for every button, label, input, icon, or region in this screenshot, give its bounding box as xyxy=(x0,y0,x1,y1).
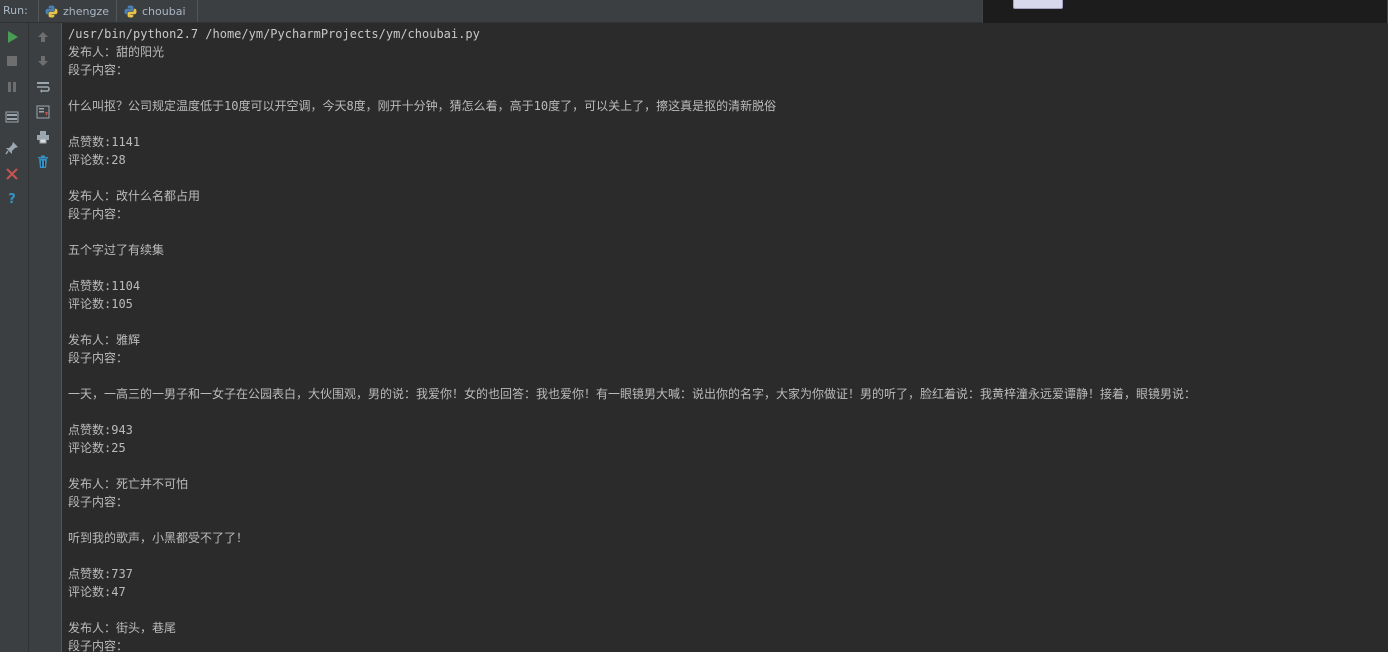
scroll-to-end-icon[interactable] xyxy=(34,103,52,121)
soft-wrap-icon[interactable] xyxy=(34,78,52,96)
console-line: 段子内容： xyxy=(68,351,129,365)
console-line: 点赞数:1104 xyxy=(68,279,141,293)
console-line: 段子内容： xyxy=(68,639,129,652)
overlay-button[interactable] xyxy=(1013,0,1063,9)
python-icon xyxy=(124,5,137,18)
tab-choubai[interactable]: choubai xyxy=(118,0,198,22)
console-line: 评论数:25 xyxy=(68,441,126,455)
console-line: 评论数:105 xyxy=(68,297,133,311)
layout-icon[interactable] xyxy=(3,108,21,126)
run-toolbar: ? xyxy=(0,23,29,652)
console-line: 发布人：死亡并不可怕 xyxy=(68,477,189,491)
console-line: 点赞数:737 xyxy=(68,567,133,581)
console-line: 点赞数:1141 xyxy=(68,135,141,149)
stop-icon[interactable] xyxy=(3,52,21,70)
console-toolbar xyxy=(29,23,62,652)
console-line: 评论数:47 xyxy=(68,585,126,599)
console-line: 段子内容： xyxy=(68,207,129,221)
console-line: 发布人：雅辉 xyxy=(68,333,141,347)
down-arrow-icon[interactable] xyxy=(34,52,52,70)
python-icon xyxy=(45,5,58,18)
console-line: 听到我的歌声，小黑都受不了了！ xyxy=(68,531,249,545)
console-output[interactable]: /usr/bin/python2.7 /home/ym/PycharmProje… xyxy=(62,23,1388,652)
console-line: 段子内容： xyxy=(68,63,129,77)
help-icon[interactable]: ? xyxy=(3,189,21,207)
print-icon[interactable] xyxy=(34,128,52,146)
rerun-icon[interactable] xyxy=(3,28,21,46)
console-command-line: /usr/bin/python2.7 /home/ym/PycharmProje… xyxy=(68,27,480,41)
console-line: 评论数:28 xyxy=(68,153,126,167)
run-label: Run: xyxy=(3,4,28,17)
console-line: 五个字过了有续集 xyxy=(68,243,165,257)
svg-text:?: ? xyxy=(8,192,16,205)
console-line: 点赞数:943 xyxy=(68,423,133,437)
clear-all-icon[interactable] xyxy=(34,153,52,171)
pin-icon[interactable] xyxy=(3,139,21,157)
up-arrow-icon[interactable] xyxy=(34,28,52,46)
pause-icon[interactable] xyxy=(3,78,21,96)
console-line: 段子内容： xyxy=(68,495,129,509)
console-lines: /usr/bin/python2.7 /home/ym/PycharmProje… xyxy=(62,23,1388,652)
console-line: 一天，一高三的一男子和一女子在公园表白，大伙围观，男的说：我爱你！女的也回答：我… xyxy=(68,387,1197,401)
console-line: 发布人：甜的阳光 xyxy=(68,45,165,59)
tab-label: choubai xyxy=(142,4,186,18)
console-line: 发布人：改什么名都占用 xyxy=(68,189,201,203)
close-icon[interactable] xyxy=(3,165,21,183)
tab-zhengze[interactable]: zhengze xyxy=(38,0,117,22)
tab-label: zhengze xyxy=(63,4,110,18)
console-line: 发布人：街头，巷尾 xyxy=(68,621,177,635)
console-line: 什么叫抠？公司规定温度低于10度可以开空调，今天8度，刚开十分钟，猜怎么着，高于… xyxy=(68,99,777,113)
